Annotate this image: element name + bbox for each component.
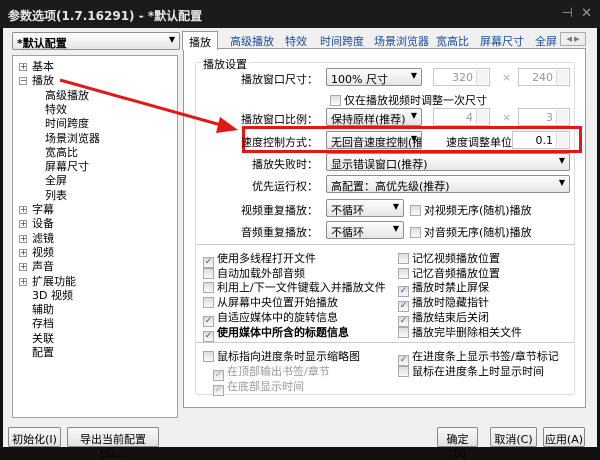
ratio-w-spinner[interactable]: 4 <box>433 108 490 126</box>
fail-label: 播放失败时： <box>252 158 318 171</box>
speed-value: 无回音速度控制(推 <box>331 136 422 149</box>
option-checkbox-label: 播放完毕删除相关文件 <box>412 325 522 339</box>
option-checkbox-label: 从屏幕中央位置开始播放 <box>217 296 338 310</box>
checkbox-checked-icon[interactable]: ✓ <box>213 385 224 396</box>
option-checkbox-label: 自适应媒体中的旋转信息 <box>217 310 338 324</box>
speed-dropdown[interactable]: 无回音速度控制(推 ▼ <box>326 131 422 149</box>
times-sign: × <box>502 111 512 124</box>
chevron-down-icon: ▼ <box>558 178 565 187</box>
checkbox-icon[interactable] <box>203 282 214 294</box>
option-checkbox-label: 记忆视频播放位置 <box>412 252 500 265</box>
size-value: 100% 尺寸 <box>331 73 388 86</box>
checkbox-icon[interactable] <box>410 205 421 216</box>
seekbar-checkbox-label: 在底部显示时间 <box>227 380 304 393</box>
chevron-down-icon: ▼ <box>392 202 399 211</box>
resize-once-checkbox[interactable]: 仅在播放视频时调整一次尺寸 <box>330 92 487 108</box>
width-spinner[interactable]: 320 <box>433 68 490 86</box>
arepeat-dropdown[interactable]: 不循环 ▼ <box>326 221 404 239</box>
option-checkbox[interactable]: 利用上/下一文件键载入并播放文件 <box>203 279 386 295</box>
checkbox-checked-icon[interactable]: ✓ <box>203 330 214 342</box>
option-checkbox-label: 记忆音频播放位置 <box>412 266 500 280</box>
divider <box>196 342 574 343</box>
checkbox-icon[interactable] <box>410 227 421 238</box>
fail-value: 显示错误窗口(推荐) <box>331 158 428 171</box>
chevron-down-icon: ▼ <box>392 224 399 233</box>
ratio-dropdown[interactable]: 保持原样(推荐) ▼ <box>326 108 422 126</box>
option-checkbox-label: 播放时隐藏指针 <box>412 296 489 310</box>
vrepeat-dropdown[interactable]: 不循环 ▼ <box>326 199 404 217</box>
option-checkbox-label: 使用多线程打开文件 <box>217 252 316 265</box>
option-checkbox[interactable]: 从屏幕中央位置开始播放 <box>203 294 338 310</box>
option-checkbox-label: 利用上/下一文件键载入并播放文件 <box>217 281 386 295</box>
speed-unit-spinner[interactable]: 0.1 <box>512 131 570 149</box>
audio-random-checkbox[interactable]: 对音频无序(随机)播放 <box>410 224 532 240</box>
tab-7[interactable]: 全屏 <box>535 31 557 49</box>
ok-button[interactable]: 确定(O) <box>437 427 478 460</box>
audio-random-checkbox-label: 对音频无序(随机)播放 <box>424 226 532 239</box>
init-button[interactable]: 初始化(I) <box>8 427 61 447</box>
size-label: 播放窗口尺寸： <box>241 73 318 86</box>
tab-0[interactable]: 播放 <box>182 31 218 50</box>
tab-5[interactable]: 宽高比 <box>436 31 469 49</box>
times-sign: × <box>502 71 512 84</box>
checkbox-icon[interactable] <box>330 95 341 106</box>
seekbar-checkbox-label: 在进度条上显示书签/章节标记 <box>412 350 559 363</box>
checkbox-icon[interactable] <box>398 253 409 264</box>
video-random-checkbox[interactable]: 对视频无序(随机)播放 <box>410 202 532 218</box>
ratio-h-spinner[interactable]: 3 <box>518 108 570 126</box>
tab-1[interactable]: 高级播放 <box>230 31 274 49</box>
option-checkbox[interactable]: 自动加载外部音频 <box>203 265 305 281</box>
apply-button[interactable]: 应用(A) <box>543 427 585 447</box>
size-dropdown[interactable]: 100% 尺寸 ▼ <box>326 68 422 86</box>
seekbar-checkbox[interactable]: 鼠标指向进度条时显示缩略图 <box>203 348 360 364</box>
seekbar-checkbox-label: 鼠标在进度条上时显示时间 <box>412 365 544 378</box>
seekbar-checkbox[interactable]: 鼠标在进度条上时显示时间 <box>398 363 544 379</box>
option-checkbox[interactable]: ✓ 使用媒体中所含的标题信息 <box>203 324 349 342</box>
seekbar-checkbox[interactable]: ✓ 在底部显示时间 <box>213 378 304 396</box>
tab-4[interactable]: 场景浏览器 <box>374 31 429 49</box>
ratio-value: 保持原样(推荐) <box>331 113 406 126</box>
option-checkbox-label: 播放时禁止屏保 <box>412 281 489 295</box>
priority-dropdown[interactable]: 高配置：高优先级(推荐) ▼ <box>326 175 570 193</box>
checkbox-icon[interactable] <box>203 267 214 279</box>
checkbox-icon[interactable] <box>398 267 409 279</box>
priority-value: 高配置：高优先级(推荐) <box>331 180 450 193</box>
option-checkbox-label: 使用媒体中所含的标题信息 <box>217 325 349 339</box>
vrepeat-label: 视频重复播放： <box>241 204 318 217</box>
resize-once-checkbox-label: 仅在播放视频时调整一次尺寸 <box>344 94 487 107</box>
checkbox-icon[interactable] <box>398 366 409 377</box>
height-spinner[interactable]: 240 <box>518 68 570 86</box>
video-random-checkbox-label: 对视频无序(随机)播放 <box>424 204 532 217</box>
checkbox-icon[interactable] <box>203 351 214 362</box>
chevron-down-icon: ▼ <box>410 111 417 120</box>
option-checkbox[interactable]: 记忆视频播放位置 <box>398 250 500 266</box>
chevron-down-icon: ▼ <box>410 71 417 80</box>
speed-label: 速度控制方式： <box>241 136 318 149</box>
divider <box>196 244 574 245</box>
fail-dropdown[interactable]: 显示错误窗口(推荐) ▼ <box>326 153 570 171</box>
tab-2[interactable]: 特效 <box>285 31 307 49</box>
option-checkbox[interactable]: 记忆音频播放位置 <box>398 265 500 281</box>
arepeat-value: 不循环 <box>331 226 364 239</box>
checkbox-icon[interactable] <box>203 297 214 309</box>
chevron-down-icon: ▼ <box>558 156 565 165</box>
export-config-button[interactable]: 导出当前配置(S)... <box>67 427 159 460</box>
tab-6[interactable]: 屏幕尺寸 <box>480 31 524 49</box>
vrepeat-value: 不循环 <box>331 204 364 217</box>
cancel-button[interactable]: 取消(C) <box>490 427 537 447</box>
seekbar-checkbox-label: 在顶部输出书签/章节 <box>227 365 330 378</box>
ratio-label: 播放窗口比例： <box>241 113 318 126</box>
option-checkbox-label: 播放结束后关闭 <box>412 310 489 324</box>
arepeat-label: 音频重复播放： <box>241 226 318 239</box>
option-checkbox-label: 自动加载外部音频 <box>217 266 305 280</box>
priority-label: 优先运行权： <box>252 180 318 193</box>
chevron-down-icon: ▼ <box>410 134 417 143</box>
checkbox-icon[interactable] <box>398 326 409 338</box>
tab-3[interactable]: 时间跨度 <box>320 31 364 49</box>
seekbar-checkbox-label: 鼠标指向进度条时显示缩略图 <box>217 350 360 363</box>
option-checkbox[interactable]: 播放完毕删除相关文件 <box>398 324 522 340</box>
